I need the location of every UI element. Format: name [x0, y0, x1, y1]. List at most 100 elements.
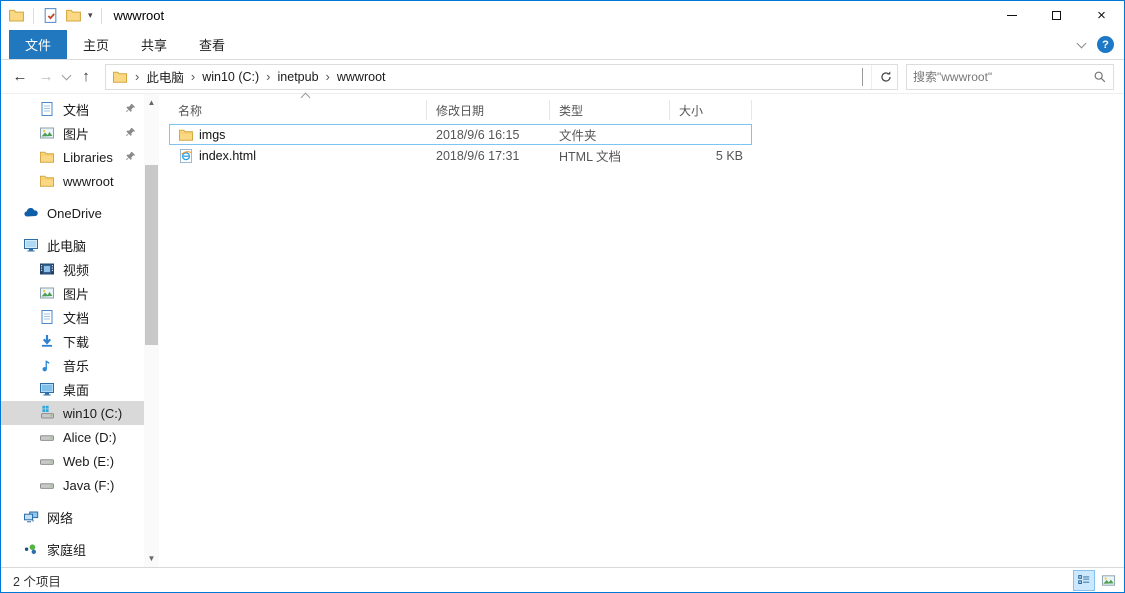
sidebar-item-label: 音乐 [63, 358, 90, 374]
search-icon[interactable] [1093, 70, 1107, 84]
scroll-up-icon[interactable]: ▲ [144, 95, 159, 110]
sidebar-item[interactable]: 网络 [1, 505, 159, 529]
sidebar-item[interactable]: OneDrive [1, 201, 159, 225]
sidebar-item[interactable]: 音乐 [1, 353, 159, 377]
scroll-down-icon[interactable]: ▼ [144, 551, 159, 566]
sidebar-item[interactable]: 文档 [1, 97, 159, 121]
folder-icon [39, 173, 55, 189]
sidebar-item[interactable]: Libraries [1, 145, 159, 169]
sidebar-item-label: 文档 [63, 102, 90, 118]
document-icon [39, 101, 55, 117]
computer-icon [23, 237, 39, 253]
up-button[interactable]: ↑ [73, 64, 99, 90]
new-folder-icon[interactable] [65, 7, 82, 24]
column-header-date[interactable]: 修改日期 [427, 100, 550, 120]
sidebar-item-label: Web (E:) [63, 453, 115, 469]
sidebar-item-label: 图片 [63, 126, 90, 142]
tab-view[interactable]: 查看 [183, 30, 241, 59]
sidebar-item[interactable]: wwwroot [1, 169, 159, 193]
large-icons-view-button[interactable] [1097, 570, 1119, 591]
ie-page-icon [178, 148, 194, 164]
drive-icon [39, 453, 55, 469]
sidebar-item-label: 网络 [47, 510, 74, 526]
column-headers: 名称 修改日期 类型 大小 [169, 92, 752, 124]
file-row[interactable]: imgs 2018/9/6 16:15 文件夹 [169, 124, 752, 145]
explorer-icon [8, 7, 25, 24]
tab-file[interactable]: 文件 [9, 30, 68, 59]
back-button[interactable]: ← [7, 64, 33, 90]
file-name-cell[interactable]: index.html [170, 148, 427, 164]
sidebar-item[interactable]: Web (E:) [1, 449, 159, 473]
window-controls: × [989, 1, 1124, 30]
address-bar[interactable]: › 此电脑 › win10 (C:) › inetpub › wwwroot [105, 63, 898, 90]
sidebar-item-label: 视频 [63, 262, 90, 278]
search-box[interactable] [906, 63, 1114, 90]
file-row[interactable]: index.html 2018/9/6 17:31 HTML 文档 5 KB [169, 145, 752, 166]
folder-icon [112, 69, 128, 85]
sidebar-item[interactable]: 图片 [1, 121, 159, 145]
recent-locations-icon[interactable] [59, 70, 73, 80]
details-view-button[interactable] [1073, 569, 1095, 591]
close-button[interactable]: × [1079, 1, 1124, 30]
qat-dropdown-icon[interactable]: ▾ [88, 11, 93, 20]
maximize-button[interactable] [1034, 1, 1079, 30]
tab-home[interactable]: 主页 [67, 30, 125, 59]
sidebar-item[interactable]: 桌面 [1, 377, 159, 401]
folder-icon [39, 149, 55, 165]
details-view-icon [1077, 573, 1091, 587]
file-type: HTML 文档 [559, 150, 622, 164]
sidebar-item[interactable]: Alice (D:) [1, 425, 159, 449]
expand-ribbon-icon[interactable] [1076, 38, 1087, 48]
breadcrumb-drive-c[interactable]: win10 (C:) [198, 70, 263, 84]
search-input[interactable] [913, 69, 1093, 84]
sidebar-item[interactable]: 家庭组 [1, 537, 159, 561]
sidebar-scrollbar[interactable]: ▲ ▼ [144, 94, 159, 567]
pin-icon [124, 126, 137, 139]
desktop-icon [39, 381, 55, 397]
breadcrumb-this-pc[interactable]: 此电脑 [142, 67, 188, 86]
quick-access-toolbar: ▾ [8, 7, 104, 24]
refresh-icon[interactable] [871, 64, 897, 89]
minimize-button[interactable] [989, 1, 1034, 30]
sidebar-item[interactable]: 此电脑 [1, 233, 159, 257]
sidebar-item[interactable]: Java (F:) [1, 473, 159, 497]
explorer-window: ▾ wwwroot × 文件 主页 共享 查看 ? ← → ↑ › 此电脑 › … [0, 0, 1125, 593]
column-header-name[interactable]: 名称 [169, 100, 427, 120]
picture-icon [39, 125, 55, 141]
column-header-type[interactable]: 类型 [550, 100, 670, 120]
item-count: 2 个项目 [13, 574, 61, 589]
music-icon [39, 357, 55, 373]
breadcrumb-inetpub[interactable]: inetpub [274, 70, 323, 84]
sidebar-item-label: win10 (C:) [63, 405, 123, 421]
pin-icon [124, 102, 137, 115]
sidebar-item-label: 桌面 [63, 382, 90, 398]
breadcrumb-wwwroot[interactable]: wwwroot [333, 70, 390, 84]
windows-drive-icon [39, 405, 55, 421]
scrollbar-thumb[interactable] [145, 165, 158, 345]
forward-button[interactable]: → [33, 64, 59, 90]
file-size: 5 KB [715, 148, 743, 163]
download-icon [39, 333, 55, 349]
sidebar-item[interactable]: 文档 [1, 305, 159, 329]
sidebar-item[interactable]: win10 (C:) [1, 401, 159, 425]
drive-icon [39, 429, 55, 445]
video-icon [39, 261, 55, 277]
column-header-size[interactable]: 大小 [670, 100, 752, 120]
status-bar: 2 个项目 [1, 567, 1124, 592]
sidebar-item-label: 图片 [63, 286, 90, 302]
picture-icon [39, 285, 55, 301]
view-switcher [1073, 569, 1119, 591]
address-dropdown-icon[interactable] [854, 67, 871, 86]
folder-icon [178, 127, 194, 143]
file-name: index.html [199, 148, 256, 163]
sidebar-item[interactable]: 下载 [1, 329, 159, 353]
file-name-cell[interactable]: imgs [170, 127, 427, 143]
tab-share[interactable]: 共享 [125, 30, 183, 59]
minimize-icon [1006, 15, 1017, 16]
properties-icon[interactable] [42, 7, 59, 24]
sidebar-item[interactable]: 视频 [1, 257, 159, 281]
file-date: 2018/9/6 16:15 [436, 127, 520, 142]
sidebar-item[interactable]: 图片 [1, 281, 159, 305]
drive-icon [39, 477, 55, 493]
help-icon[interactable]: ? [1097, 36, 1114, 53]
